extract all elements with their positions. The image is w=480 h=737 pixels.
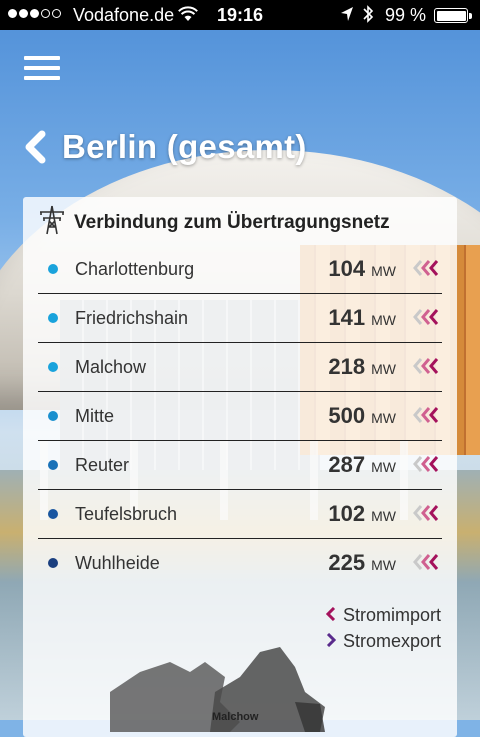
power-number: 102 <box>328 501 366 526</box>
substation-row[interactable]: Friedrichshain 141 MW <box>38 294 442 343</box>
map-district-label: Malchow <box>212 711 259 723</box>
substation-list: Charlottenburg 104 MW Friedrichshain 141 MW Ma… <box>38 245 442 587</box>
legend-import-label: Stromimport <box>342 605 441 625</box>
power-value: 225 MW <box>328 550 396 576</box>
import-flow-icon <box>412 357 442 380</box>
card-title: Verbindung zum Übertragungsnetz <box>74 211 390 233</box>
power-number: 218 <box>328 354 366 379</box>
status-dot <box>48 411 58 421</box>
import-flow-icon <box>412 455 442 478</box>
status-dot <box>48 460 58 470</box>
power-unit: MW <box>371 312 396 328</box>
power-unit: MW <box>371 459 396 475</box>
battery-icon <box>434 8 468 23</box>
power-value: 102 MW <box>328 501 396 527</box>
power-value: 500 MW <box>328 403 396 429</box>
substation-row[interactable]: Malchow 218 MW <box>38 343 442 392</box>
substation-row[interactable]: Wuhlheide 225 MW <box>38 539 442 587</box>
chevron-left-icon <box>22 130 48 164</box>
power-number: 287 <box>328 452 366 477</box>
power-value: 218 MW <box>328 354 396 380</box>
substation-row[interactable]: Charlottenburg 104 MW <box>38 245 442 294</box>
status-dot <box>48 509 58 519</box>
power-pylon-icon <box>37 205 67 240</box>
power-value: 287 MW <box>328 452 396 478</box>
back-button[interactable]: Berlin (gesamt) <box>22 128 307 166</box>
import-flow-icon <box>412 259 442 282</box>
menu-icon[interactable] <box>24 56 60 80</box>
substation-row[interactable]: Reuter 287 MW <box>38 441 442 490</box>
power-unit: MW <box>371 361 396 377</box>
substation-name: Teufelsbruch <box>75 504 178 524</box>
power-unit: MW <box>371 410 396 426</box>
status-dot <box>48 264 58 274</box>
substation-name: Mitte <box>75 406 115 426</box>
substation-name: Charlottenburg <box>75 259 195 279</box>
substation-name: Malchow <box>75 357 147 377</box>
location-icon <box>340 6 354 27</box>
battery-percentage: 99 % <box>385 5 427 25</box>
import-flow-icon <box>412 553 442 576</box>
status-dot <box>48 558 58 568</box>
import-flow-icon <box>412 406 442 429</box>
status-dot <box>48 313 58 323</box>
substation-row[interactable]: Mitte 500 MW <box>38 392 442 441</box>
chevron-left-import-icon <box>325 605 336 626</box>
power-number: 225 <box>328 550 366 575</box>
power-number: 104 <box>328 256 366 281</box>
import-flow-icon <box>412 504 442 527</box>
power-number: 500 <box>328 403 366 428</box>
substation-name: Friedrichshain <box>75 308 189 328</box>
substation-name: Wuhlheide <box>75 553 160 573</box>
bluetooth-icon <box>362 4 374 29</box>
power-unit: MW <box>371 508 396 524</box>
import-flow-icon <box>412 308 442 331</box>
substation-row[interactable]: Teufelsbruch 102 MW <box>38 490 442 539</box>
legend-import: Stromimport <box>325 605 441 626</box>
status-bar: Vodafone.de 19:16 99 % <box>0 0 480 30</box>
power-unit: MW <box>371 557 396 573</box>
status-dot <box>48 362 58 372</box>
power-number: 141 <box>328 305 366 330</box>
power-value: 104 MW <box>328 256 396 282</box>
substation-name: Reuter <box>75 455 130 475</box>
power-value: 141 MW <box>328 305 396 331</box>
card-header: Verbindung zum Übertragungsnetz <box>37 205 390 240</box>
power-unit: MW <box>371 263 396 279</box>
page-title: Berlin (gesamt) <box>62 128 307 165</box>
